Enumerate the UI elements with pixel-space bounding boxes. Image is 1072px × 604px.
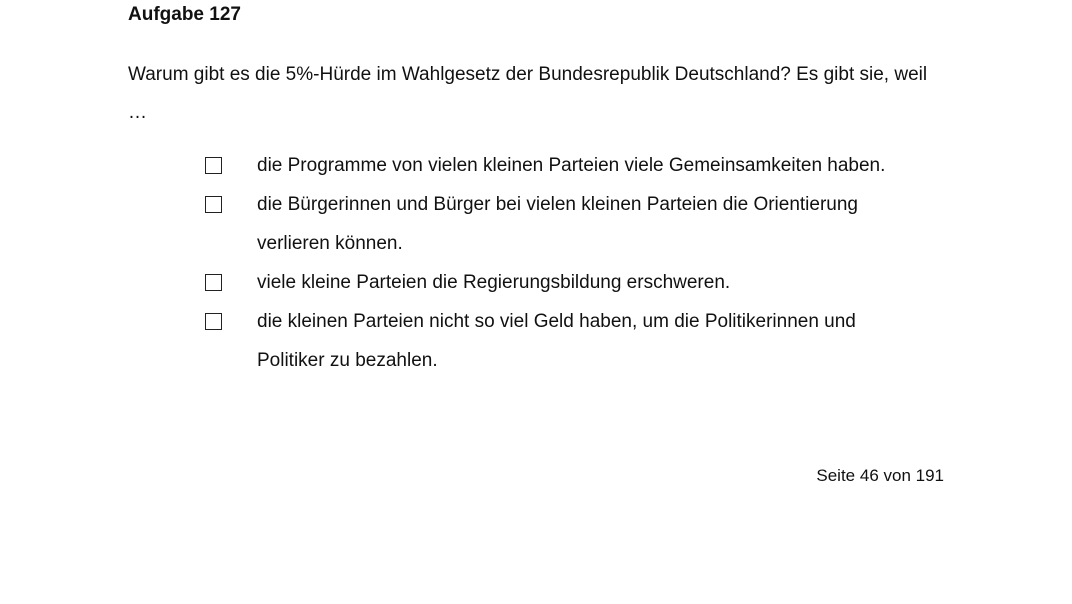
checkbox-icon[interactable] — [205, 274, 222, 291]
answer-option-text: die Programme von vielen kleinen Parteie… — [257, 155, 886, 176]
answer-option[interactable]: die kleinen Parteien nicht so viel Geld … — [205, 302, 925, 380]
answer-option[interactable]: die Programme von vielen kleinen Parteie… — [205, 146, 925, 185]
checkbox-icon[interactable] — [205, 313, 222, 330]
page-number: Seite 46 von 191 — [816, 466, 944, 485]
checkbox-icon[interactable] — [205, 157, 222, 174]
document-page: Aufgabe 127 Warum gibt es die 5%-Hürde i… — [0, 0, 1072, 604]
answer-options: die Programme von vielen kleinen Parteie… — [205, 146, 925, 380]
answer-option[interactable]: die Bürgerinnen und Bürger bei vielen kl… — [205, 185, 925, 263]
answer-option-text: die Bürgerinnen und Bürger bei vielen kl… — [257, 194, 858, 254]
answer-option-text: die kleinen Parteien nicht so viel Geld … — [257, 311, 856, 371]
answer-option-text: viele kleine Parteien die Regierungsbild… — [257, 272, 731, 293]
answer-option[interactable]: viele kleine Parteien die Regierungsbild… — [205, 263, 925, 302]
question-text: Warum gibt es die 5%-Hürde im Wahlgesetz… — [128, 64, 928, 123]
checkbox-icon[interactable] — [205, 196, 222, 213]
task-title: Aufgabe 127 — [128, 4, 241, 25]
